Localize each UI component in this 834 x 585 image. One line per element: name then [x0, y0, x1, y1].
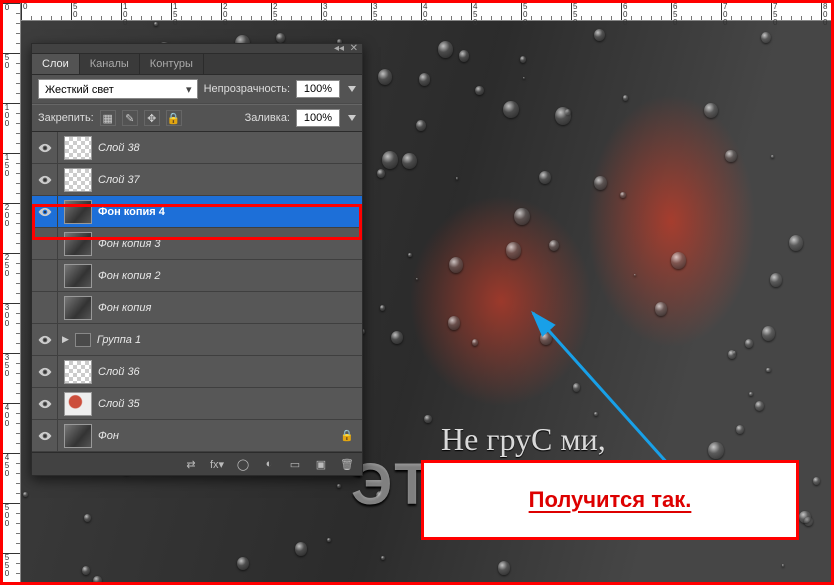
layer-thumbnail[interactable]: [64, 136, 92, 160]
panel-titlebar[interactable]: ◂◂ ✕: [32, 44, 362, 54]
new-layer-icon[interactable]: ▣: [312, 456, 330, 472]
opacity-label: Непрозрачность:: [204, 83, 290, 95]
tab-слои[interactable]: Слои: [32, 54, 80, 74]
visibility-toggle[interactable]: [32, 356, 58, 387]
lock-label: Закрепить:: [38, 112, 94, 124]
layers-panel[interactable]: ◂◂ ✕ СлоиКаналыКонтуры Жесткий свет Непр…: [31, 43, 363, 476]
lock-move-icon[interactable]: ✥: [144, 110, 160, 126]
canvas-block-text: ЭТ: [351, 451, 432, 518]
layer-row[interactable]: Слой 35: [32, 388, 362, 420]
mask-icon[interactable]: ◯: [234, 456, 252, 472]
opacity-input[interactable]: 100%: [296, 80, 340, 98]
layer-name: Группа 1: [97, 334, 141, 346]
layer-thumbnail[interactable]: [64, 424, 92, 448]
blend-mode-select[interactable]: Жесткий свет: [38, 79, 198, 99]
layer-list: Слой 38Слой 37Фон копия 4Фон копия 3Фон …: [32, 132, 362, 452]
layer-name: Слой 37: [98, 174, 140, 186]
link-layers-icon[interactable]: [182, 456, 200, 472]
layer-row[interactable]: Фон 🔒: [32, 420, 362, 452]
tab-контуры[interactable]: Контуры: [140, 54, 204, 74]
lock-icon: 🔒: [340, 429, 354, 442]
lock-all-icon[interactable]: 🔒: [166, 110, 182, 126]
panel-tabs: СлоиКаналыКонтуры: [32, 54, 362, 75]
app-frame: 0501001502002503003504004505005506006507…: [0, 0, 834, 585]
ruler-horizontal: 0501001502002503003504004505005506006507…: [21, 3, 831, 21]
visibility-toggle[interactable]: [32, 164, 58, 195]
chevron-right-icon[interactable]: ▶: [62, 334, 69, 345]
lock-brush-icon[interactable]: ✎: [122, 110, 138, 126]
layer-thumbnail[interactable]: [64, 264, 92, 288]
visibility-toggle[interactable]: [32, 388, 58, 419]
panel-menu-icon[interactable]: ◂◂: [334, 43, 344, 54]
tab-каналы[interactable]: Каналы: [80, 54, 140, 74]
fill-label: Заливка:: [245, 112, 290, 124]
folder-icon: [75, 333, 91, 347]
fx-icon[interactable]: fx▾: [208, 456, 226, 472]
layer-thumbnail[interactable]: [64, 296, 92, 320]
layer-row[interactable]: Слой 37: [32, 164, 362, 196]
lock-pixels-icon[interactable]: ▦: [100, 110, 116, 126]
layer-name: Фон: [98, 430, 119, 442]
layer-row[interactable]: ▶ Группа 1: [32, 324, 362, 356]
layer-name: Слой 35: [98, 398, 140, 410]
canvas-decorative-text: Не груС ми,: [441, 421, 606, 458]
callout-text: Получится так.: [529, 487, 692, 513]
visibility-toggle[interactable]: [32, 260, 58, 291]
visibility-toggle[interactable]: [32, 420, 58, 451]
panel-footer: fx▾ ◯ ◐ ▭ ▣ 🗑: [32, 452, 362, 475]
layer-row[interactable]: Фон копия 2: [32, 260, 362, 292]
layer-row[interactable]: Слой 36: [32, 356, 362, 388]
visibility-toggle[interactable]: [32, 324, 58, 355]
layer-name: Слой 38: [98, 142, 140, 154]
visibility-toggle[interactable]: [32, 132, 58, 163]
layer-row[interactable]: Фон копия: [32, 292, 362, 324]
visibility-toggle[interactable]: [32, 292, 58, 323]
layer-row[interactable]: Слой 38: [32, 132, 362, 164]
layer-name: Фон копия: [98, 302, 151, 314]
layer-name: Слой 36: [98, 366, 140, 378]
adjustment-icon[interactable]: ◐: [260, 456, 278, 472]
annotation-callout: Получится так.: [421, 460, 799, 540]
group-icon[interactable]: ▭: [286, 456, 304, 472]
layer-name: Фон копия 2: [98, 270, 161, 282]
opacity-dropdown-icon[interactable]: [348, 86, 356, 92]
layer-thumbnail[interactable]: [64, 168, 92, 192]
panel-close-icon[interactable]: ✕: [350, 43, 358, 54]
highlight-box: [32, 204, 362, 240]
fill-input[interactable]: 100%: [296, 109, 340, 127]
layer-thumbnail[interactable]: [64, 360, 92, 384]
fill-dropdown-icon[interactable]: [348, 115, 356, 121]
layer-thumbnail[interactable]: [64, 392, 92, 416]
trash-icon[interactable]: 🗑: [338, 456, 356, 472]
ruler-vertical: 050100150200250300350400450500550: [3, 3, 21, 582]
